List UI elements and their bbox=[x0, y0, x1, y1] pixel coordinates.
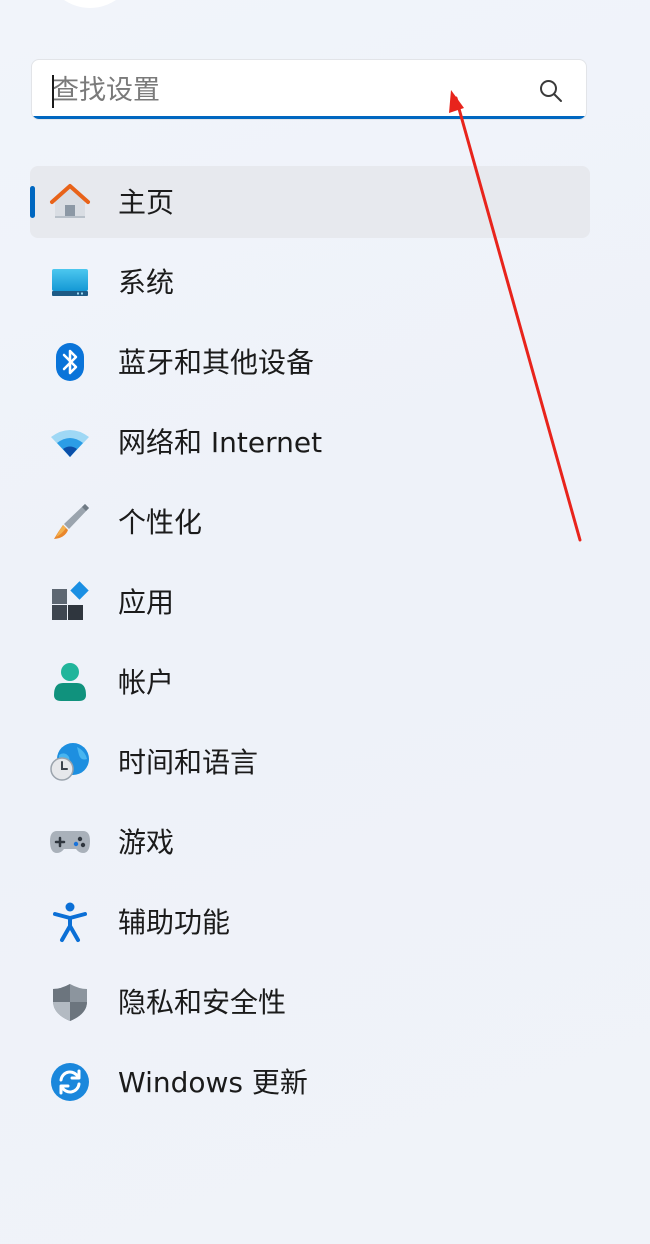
nav-item-label: 蓝牙和其他设备 bbox=[118, 346, 315, 379]
settings-nav: 主页 系统 蓝牙和其他设备 网络和 Internet 个性化 应用 帐户 时间和… bbox=[30, 166, 590, 1126]
nav-item-label: 隐私和安全性 bbox=[118, 986, 287, 1019]
nav-item-bluetooth[interactable]: 蓝牙和其他设备 bbox=[30, 326, 590, 398]
gamepad-icon bbox=[50, 831, 90, 853]
nav-item-label: 游戏 bbox=[118, 826, 175, 859]
nav-item-accounts[interactable]: 帐户 bbox=[30, 646, 590, 718]
nav-item-gaming[interactable]: 游戏 bbox=[30, 806, 590, 878]
nav-item-label: 个性化 bbox=[118, 506, 203, 539]
nav-item-apps[interactable]: 应用 bbox=[30, 566, 590, 638]
nav-item-windows-update[interactable]: Windows 更新 bbox=[30, 1046, 590, 1118]
paintbrush-icon bbox=[54, 504, 89, 539]
accessibility-icon bbox=[53, 902, 87, 942]
home-icon bbox=[50, 184, 90, 218]
search-box[interactable] bbox=[31, 59, 587, 120]
account-icon bbox=[54, 663, 86, 701]
avatar[interactable] bbox=[44, 0, 136, 8]
search-icon[interactable] bbox=[538, 78, 564, 104]
wifi-icon bbox=[51, 430, 89, 457]
time-language-icon bbox=[50, 743, 89, 781]
apps-icon bbox=[52, 581, 89, 620]
nav-item-label: 时间和语言 bbox=[118, 746, 259, 779]
text-caret bbox=[52, 75, 54, 108]
nav-item-time-language[interactable]: 时间和语言 bbox=[30, 726, 590, 798]
nav-item-privacy-security[interactable]: 隐私和安全性 bbox=[30, 966, 590, 1038]
nav-item-label: 系统 bbox=[118, 266, 175, 299]
nav-item-label: 帐户 bbox=[118, 666, 175, 699]
selection-indicator bbox=[30, 186, 35, 218]
search-input[interactable] bbox=[52, 68, 522, 112]
nav-item-personalization[interactable]: 个性化 bbox=[30, 486, 590, 558]
nav-item-system[interactable]: 系统 bbox=[30, 246, 590, 318]
nav-item-accessibility[interactable]: 辅助功能 bbox=[30, 886, 590, 958]
nav-item-label: 主页 bbox=[118, 186, 175, 219]
shield-icon bbox=[53, 984, 87, 1021]
nav-item-label: 辅助功能 bbox=[118, 906, 231, 939]
system-icon bbox=[52, 269, 88, 296]
nav-item-label: 应用 bbox=[118, 586, 175, 619]
nav-item-label: Windows 更新 bbox=[118, 1066, 308, 1099]
nav-item-network[interactable]: 网络和 Internet bbox=[30, 406, 590, 478]
bluetooth-icon bbox=[56, 343, 84, 381]
windows-update-icon bbox=[51, 1063, 89, 1101]
nav-item-home[interactable]: 主页 bbox=[30, 166, 590, 238]
nav-item-label: 网络和 Internet bbox=[118, 426, 323, 459]
